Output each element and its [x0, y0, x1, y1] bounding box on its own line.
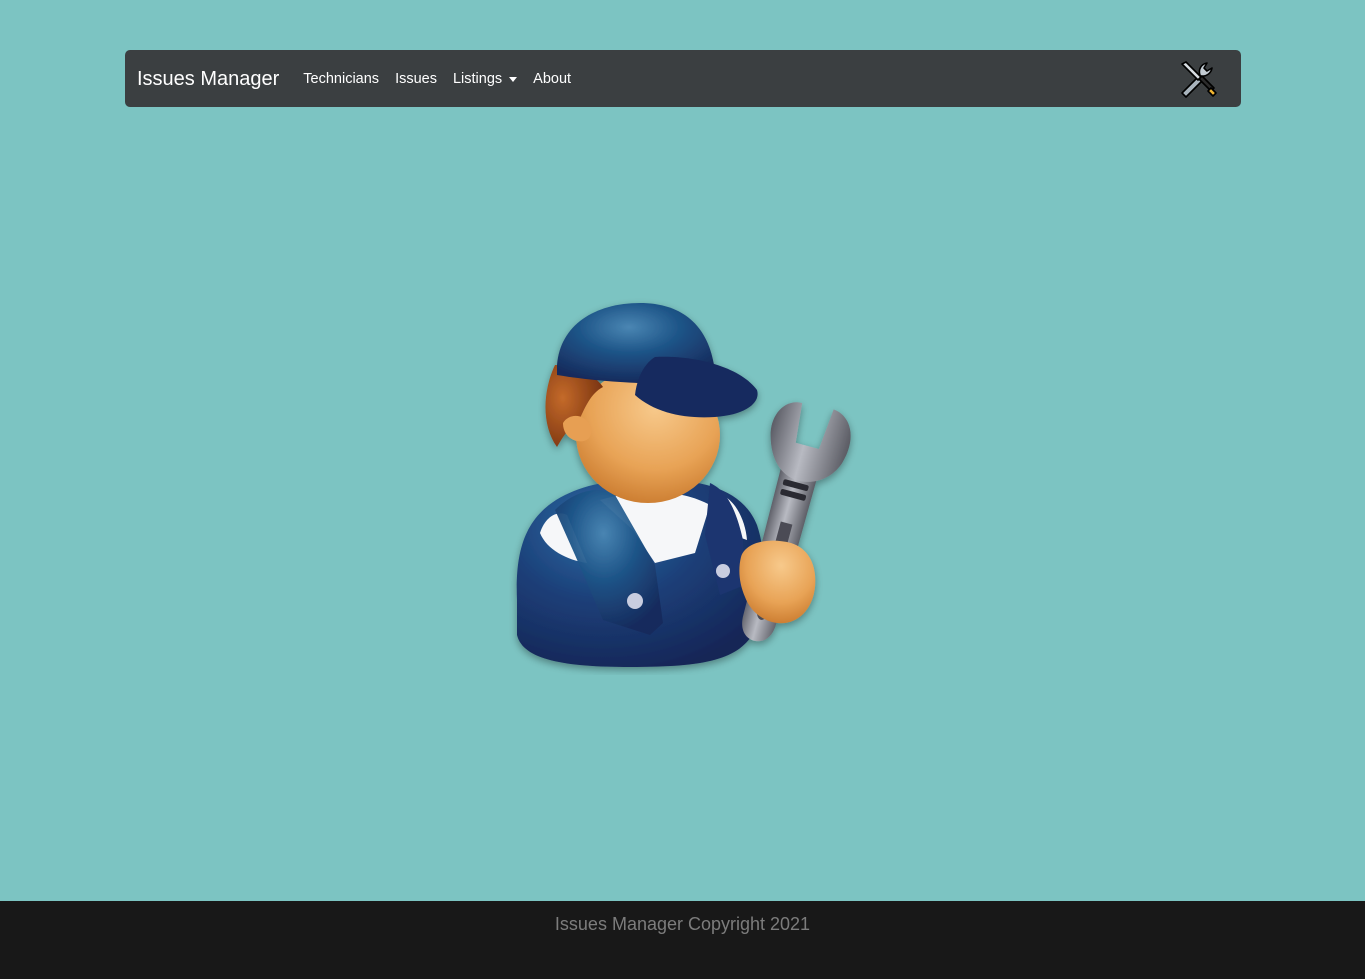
- nav-item-about: About: [525, 71, 579, 87]
- caret-down-icon: [509, 77, 518, 82]
- nav-link-about[interactable]: About: [525, 71, 579, 87]
- technician-with-wrench-icon: [516, 303, 851, 667]
- nav-link-issues[interactable]: Issues: [387, 71, 445, 87]
- nav-item-listings: Listings: [445, 71, 525, 87]
- footer: Issues Manager Copyright 2021: [0, 901, 1365, 979]
- footer-copyright: Issues Manager Copyright 2021: [554, 914, 811, 934]
- nav-dropdown-listings[interactable]: Listings: [445, 71, 525, 87]
- nav-item-issues: Issues: [387, 71, 445, 87]
- nav-link-listings-label: Listings: [452, 70, 503, 87]
- nav-links: Technicians Issues Listings About: [295, 71, 579, 87]
- nav-item-technicians: Technicians: [295, 71, 387, 87]
- brand-link[interactable]: Issues Manager: [137, 68, 279, 91]
- nav-link-technicians[interactable]: Technicians: [295, 71, 387, 87]
- navbar: Issues Manager Technicians Issues Listin…: [125, 50, 1241, 107]
- tools-icon: [1181, 60, 1217, 98]
